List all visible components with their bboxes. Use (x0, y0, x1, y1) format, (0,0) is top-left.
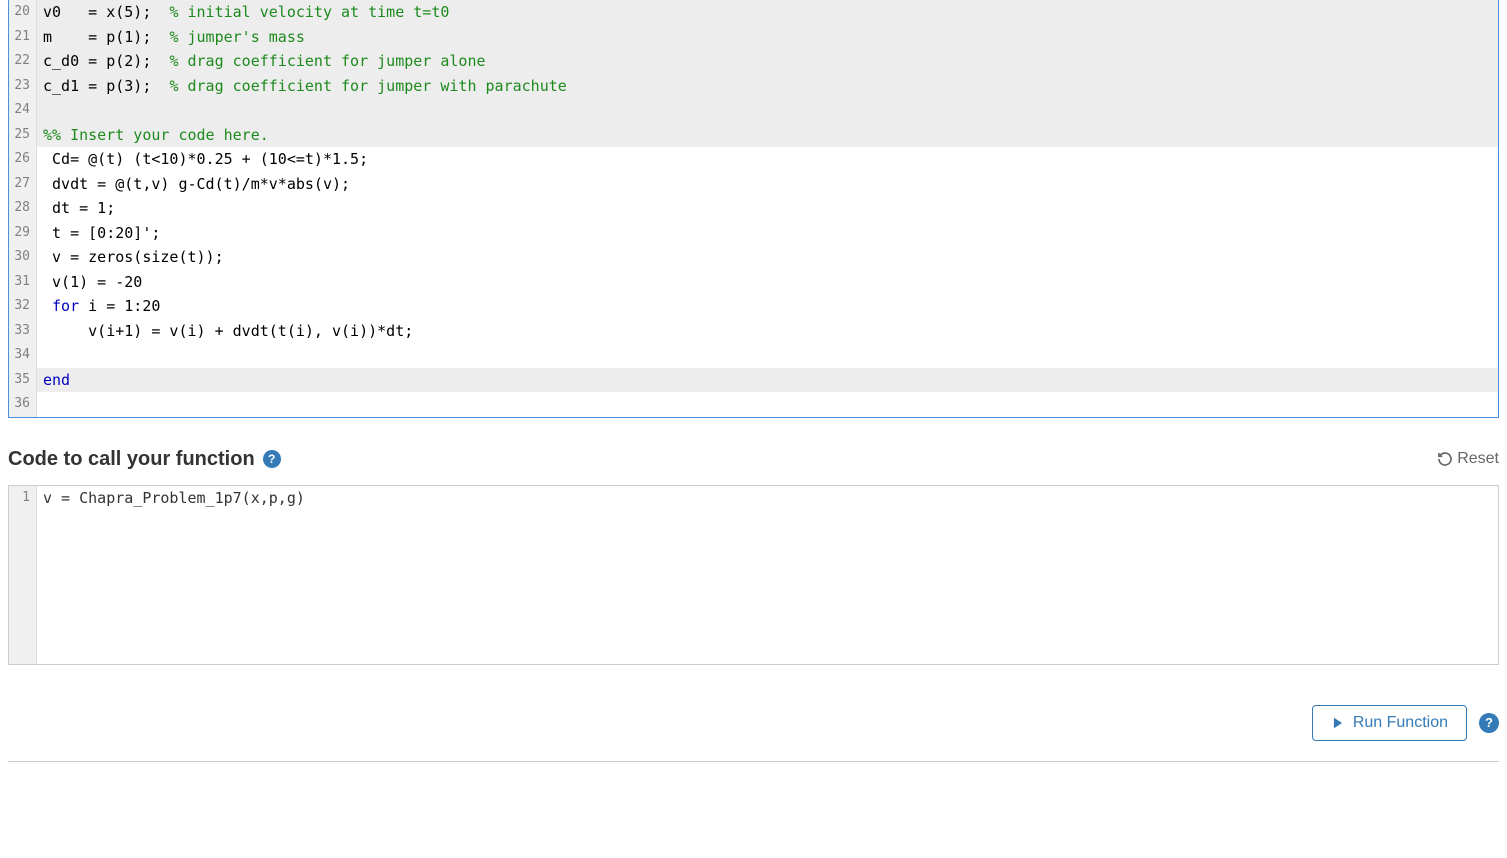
line-number: 36 (9, 392, 37, 417)
code-line[interactable]: 28 dt = 1; (9, 196, 1498, 221)
line-content[interactable] (37, 343, 1498, 368)
line-content[interactable]: c_d0 = p(2); % drag coefficient for jump… (37, 49, 1498, 74)
line-content[interactable]: Cd= @(t) (t<10)*0.25 + (10<=t)*1.5; (37, 147, 1498, 172)
run-row: Run Function ? (8, 705, 1499, 741)
code-line[interactable]: 23c_d1 = p(3); % drag coefficient for ju… (9, 74, 1498, 99)
line-number: 30 (9, 245, 37, 270)
line-content[interactable]: c_d1 = p(3); % drag coefficient for jump… (37, 74, 1498, 99)
line-content[interactable]: v(i+1) = v(i) + dvdt(t(i), v(i))*dt; (37, 319, 1498, 344)
line-content[interactable]: dt = 1; (37, 196, 1498, 221)
call-code-line[interactable]: 1 v = Chapra_Problem_1p7(x,p,g) (9, 486, 1498, 510)
call-gutter (9, 510, 37, 664)
code-line[interactable]: 27 dvdt = @(t,v) g-Cd(t)/m*v*abs(v); (9, 172, 1498, 197)
call-line-number: 1 (9, 486, 37, 510)
line-content[interactable]: dvdt = @(t,v) g-Cd(t)/m*v*abs(v); (37, 172, 1498, 197)
code-line[interactable]: 30 v = zeros(size(t)); (9, 245, 1498, 270)
line-content[interactable]: v = zeros(size(t)); (37, 245, 1498, 270)
play-icon (1331, 716, 1345, 730)
code-line[interactable]: 22c_d0 = p(2); % drag coefficient for ju… (9, 49, 1498, 74)
line-content[interactable]: for i = 1:20 (37, 294, 1498, 319)
help-icon[interactable]: ? (263, 450, 281, 468)
line-number: 29 (9, 221, 37, 246)
reset-icon (1437, 451, 1453, 467)
code-line[interactable]: 32 for i = 1:20 (9, 294, 1498, 319)
line-content[interactable]: end (37, 368, 1498, 393)
line-number: 33 (9, 319, 37, 344)
code-line[interactable]: 33 v(i+1) = v(i) + dvdt(t(i), v(i))*dt; (9, 319, 1498, 344)
line-content[interactable] (37, 392, 1498, 417)
line-number: 34 (9, 343, 37, 368)
line-content[interactable]: v(1) = -20 (37, 270, 1498, 295)
code-line[interactable]: 34 (9, 343, 1498, 368)
run-function-button[interactable]: Run Function (1312, 705, 1467, 741)
reset-button[interactable]: Reset (1437, 450, 1499, 468)
call-line-content[interactable]: v = Chapra_Problem_1p7(x,p,g) (37, 486, 1498, 510)
code-line[interactable]: 26 Cd= @(t) (t<10)*0.25 + (10<=t)*1.5; (9, 147, 1498, 172)
help-icon[interactable]: ? (1479, 713, 1499, 733)
line-number: 27 (9, 172, 37, 197)
line-number: 26 (9, 147, 37, 172)
line-number: 21 (9, 25, 37, 50)
main-code-editor[interactable]: 20v0 = x(5); % initial velocity at time … (8, 0, 1499, 418)
call-code-editor[interactable]: 1 v = Chapra_Problem_1p7(x,p,g) (8, 485, 1499, 665)
line-content[interactable]: v0 = x(5); % initial velocity at time t=… (37, 0, 1498, 25)
line-number: 32 (9, 294, 37, 319)
reset-label: Reset (1457, 450, 1499, 468)
line-number: 24 (9, 98, 37, 123)
line-number: 25 (9, 123, 37, 148)
code-line[interactable]: 21m = p(1); % jumper's mass (9, 25, 1498, 50)
call-section-header: Code to call your function ? Reset (8, 448, 1499, 471)
line-content[interactable]: %% Insert your code here. (37, 123, 1498, 148)
line-number: 20 (9, 0, 37, 25)
line-number: 22 (9, 49, 37, 74)
code-line[interactable]: 35end (9, 368, 1498, 393)
line-number: 31 (9, 270, 37, 295)
code-line[interactable]: 24 (9, 98, 1498, 123)
line-content[interactable]: m = p(1); % jumper's mass (37, 25, 1498, 50)
call-section-title: Code to call your function ? (8, 448, 281, 471)
run-button-label: Run Function (1353, 714, 1448, 732)
code-line[interactable]: 36 (9, 392, 1498, 417)
code-line[interactable]: 31 v(1) = -20 (9, 270, 1498, 295)
line-content[interactable]: t = [0:20]'; (37, 221, 1498, 246)
call-section-title-text: Code to call your function (8, 448, 255, 471)
code-line[interactable]: 25%% Insert your code here. (9, 123, 1498, 148)
line-number: 28 (9, 196, 37, 221)
call-body[interactable] (37, 510, 1498, 664)
code-line[interactable]: 29 t = [0:20]'; (9, 221, 1498, 246)
line-content[interactable] (37, 98, 1498, 123)
line-number: 23 (9, 74, 37, 99)
line-number: 35 (9, 368, 37, 393)
code-line[interactable]: 20v0 = x(5); % initial velocity at time … (9, 0, 1498, 25)
divider (8, 761, 1499, 762)
